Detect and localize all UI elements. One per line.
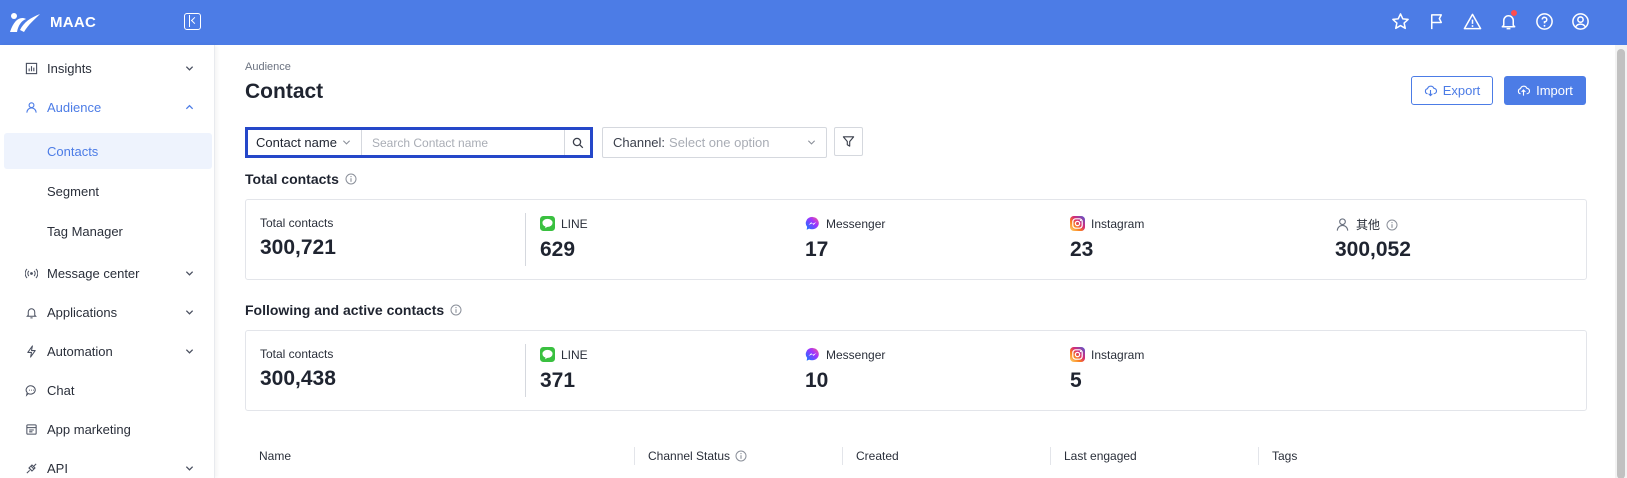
sidebar-subitem-contacts[interactable]: Contacts (4, 133, 212, 169)
following-contacts-card: Total contacts 300,438 LINE 371 Messenge… (245, 330, 1587, 411)
cloud-download-icon (1424, 85, 1437, 97)
bell-icon (24, 305, 38, 319)
total-contacts-card: Total contacts 300,721 LINE 629 Messenge… (245, 199, 1587, 280)
column-header-last-engaged[interactable]: Last engaged (1064, 449, 1137, 463)
info-icon[interactable] (735, 450, 747, 462)
instagram-icon (1070, 216, 1085, 231)
sidebar-item-api[interactable]: API (0, 449, 214, 478)
chat-icon (24, 383, 38, 397)
chevron-down-icon (185, 65, 194, 71)
chevron-down-icon (185, 348, 194, 354)
scrollbar-thumb[interactable] (1617, 49, 1625, 478)
following-contacts-title: Following and active contacts (245, 302, 462, 318)
broadcast-icon (24, 266, 38, 280)
search-icon (572, 137, 583, 148)
chevron-down-icon (342, 140, 351, 145)
app-icon (24, 422, 38, 436)
export-button[interactable]: Export (1411, 76, 1493, 105)
column-divider (842, 447, 843, 465)
info-icon[interactable] (450, 304, 462, 316)
user-icon (24, 100, 38, 114)
page-scrollbar[interactable] (1615, 45, 1627, 478)
info-icon[interactable] (345, 173, 357, 185)
star-icon[interactable] (1389, 10, 1411, 32)
sidebar-item-audience[interactable]: Audience (0, 88, 214, 126)
account-icon[interactable] (1569, 10, 1591, 32)
lightning-icon (24, 344, 38, 358)
search-input[interactable] (362, 130, 564, 155)
column-header-tags[interactable]: Tags (1272, 449, 1297, 463)
flag-icon[interactable] (1425, 10, 1447, 32)
divider (525, 344, 526, 397)
api-icon (24, 461, 38, 475)
sidebar-item-message-center[interactable]: Message center (0, 254, 214, 292)
channel-select[interactable]: Channel: Select one option (602, 127, 827, 158)
brand[interactable]: MAAC (8, 10, 96, 34)
top-bar: MAAC (0, 0, 1627, 45)
sidebar-item-app-marketing[interactable]: App marketing (0, 410, 214, 448)
notification-dot (1511, 10, 1517, 16)
sidebar-item-applications[interactable]: Applications (0, 293, 214, 331)
sidebar-item-insights[interactable]: Insights (0, 49, 214, 87)
info-icon[interactable] (1386, 219, 1398, 231)
contact-search-group: Contact name (245, 127, 593, 158)
line-icon (540, 216, 555, 231)
chevron-down-icon (185, 270, 194, 276)
column-divider (1050, 447, 1051, 465)
messenger-icon (805, 216, 819, 230)
sidebar-item-chat[interactable]: Chat (0, 371, 214, 409)
search-button[interactable] (564, 130, 590, 155)
chevron-up-icon (185, 104, 194, 109)
instagram-icon (1070, 347, 1085, 362)
app-name: MAAC (50, 13, 97, 31)
chevron-down-icon (807, 140, 816, 145)
warning-icon[interactable] (1461, 10, 1483, 32)
line-icon (540, 347, 555, 362)
sidebar: Insights Audience Contacts Segment Tag M… (0, 45, 215, 478)
divider (525, 213, 526, 266)
sidebar-item-automation[interactable]: Automation (0, 332, 214, 370)
chevron-down-icon (185, 309, 194, 315)
filter-icon (842, 136, 855, 147)
person-icon (1336, 218, 1349, 231)
cloud-upload-icon (1517, 85, 1531, 96)
total-contacts-title: Total contacts (245, 171, 357, 187)
page-title: Contact (245, 80, 324, 103)
sidebar-subitem-tag-manager[interactable]: Tag Manager (4, 213, 212, 249)
breadcrumb[interactable]: Audience (245, 61, 291, 73)
column-divider (1258, 447, 1259, 465)
contacts-table-header: Name Channel Status Created Last engaged… (245, 445, 1587, 473)
help-icon[interactable] (1533, 10, 1555, 32)
column-divider (634, 447, 635, 465)
search-field-select[interactable]: Contact name (248, 130, 362, 155)
column-header-created[interactable]: Created (856, 449, 899, 463)
collapse-sidebar-icon[interactable] (184, 13, 201, 30)
messenger-icon (805, 347, 819, 361)
column-header-channel-status[interactable]: Channel Status (648, 449, 747, 463)
sidebar-subitem-segment[interactable]: Segment (4, 173, 212, 209)
notification-bell-icon[interactable] (1497, 10, 1519, 32)
chart-icon (24, 61, 38, 75)
filter-button[interactable] (834, 127, 863, 156)
import-button[interactable]: Import (1504, 76, 1586, 105)
chevron-down-icon (185, 465, 194, 471)
maac-logo-icon (10, 13, 40, 32)
column-header-name[interactable]: Name (259, 449, 291, 463)
